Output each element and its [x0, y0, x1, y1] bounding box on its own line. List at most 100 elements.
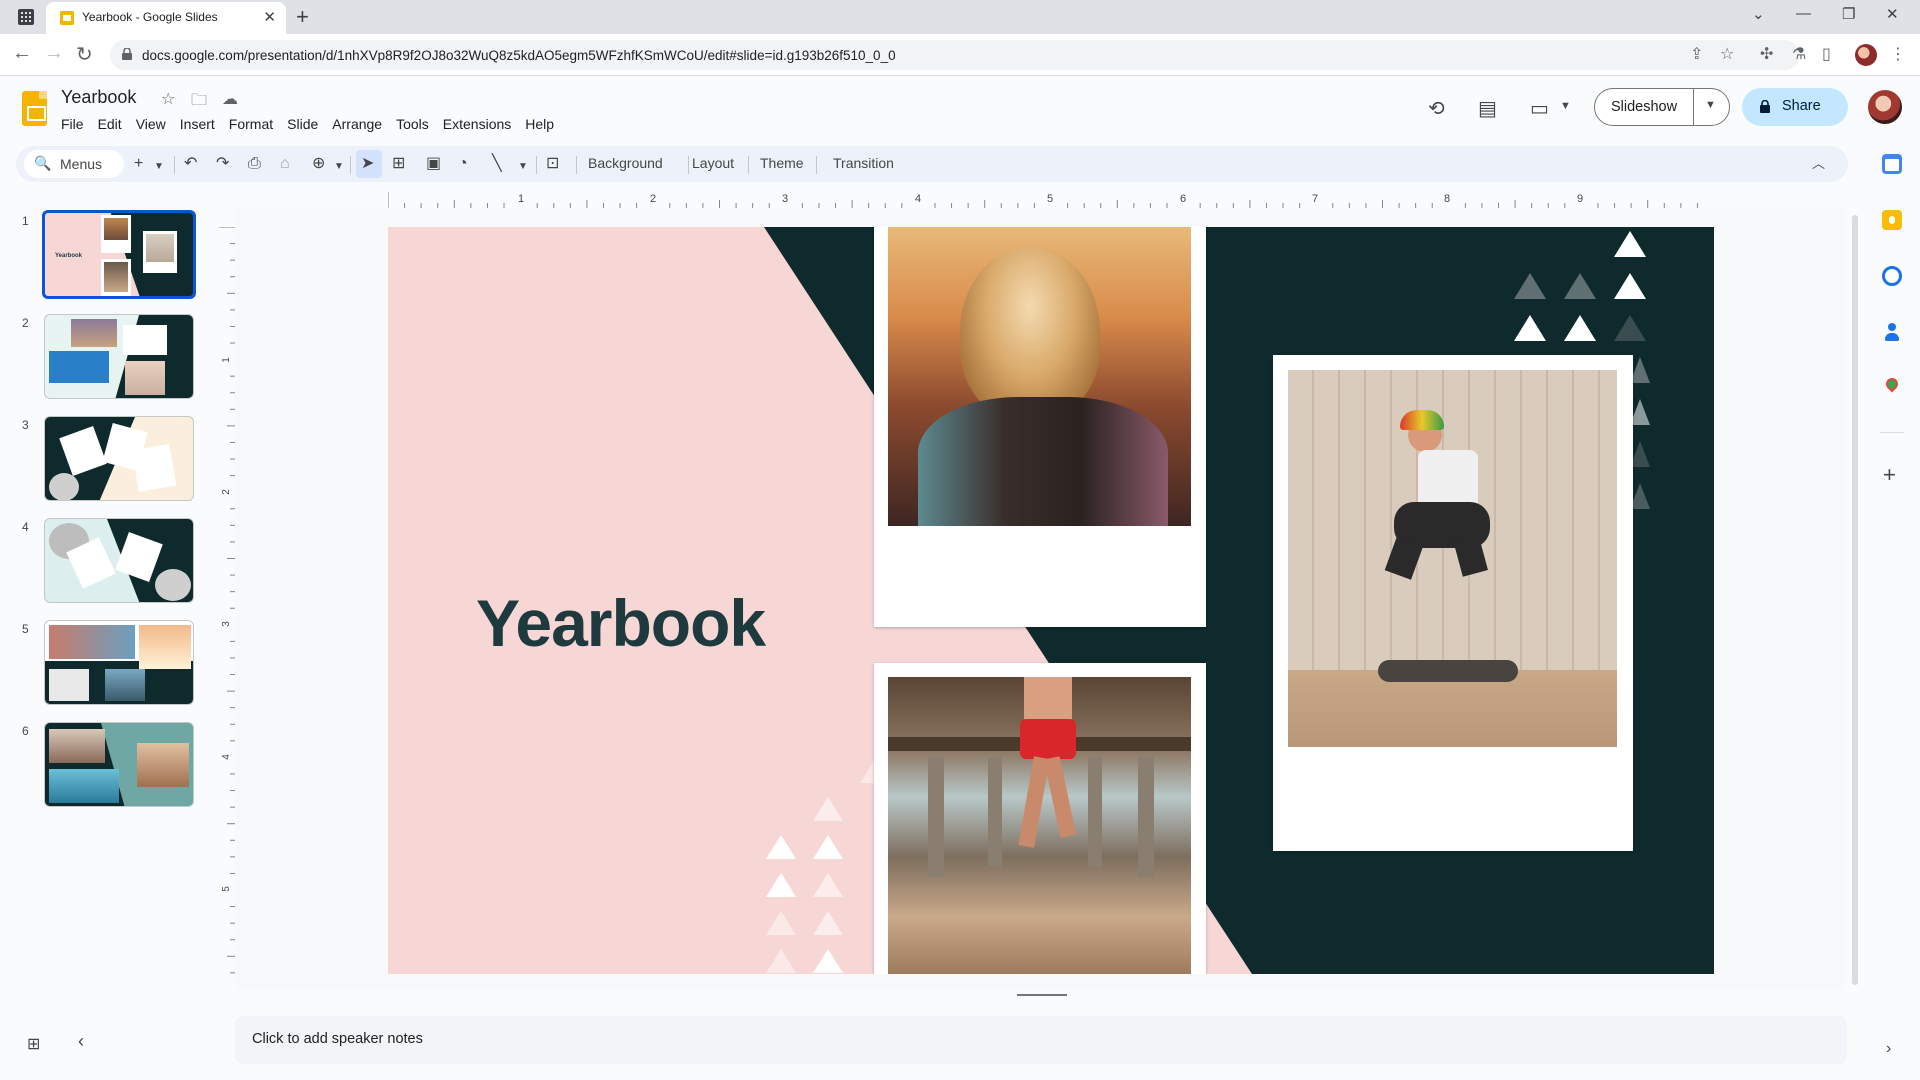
close-window-icon[interactable]: ✕ — [1886, 5, 1899, 23]
search-menus-input[interactable]: 🔍 Menus — [24, 150, 124, 178]
slide-thumbnail-2[interactable] — [44, 314, 194, 399]
close-tab-icon[interactable]: ✕ — [263, 8, 276, 26]
browser-menu-icon[interactable]: ⋮ — [1890, 44, 1906, 64]
new-slide-icon[interactable]: + — [134, 154, 143, 174]
keep-icon[interactable] — [1882, 210, 1902, 230]
menu-help[interactable]: Help — [525, 114, 554, 134]
collapse-filmstrip-icon[interactable]: ‹ — [78, 1031, 84, 1052]
meet-camera-icon[interactable]: ▭ — [1530, 96, 1549, 121]
slide-thumbnail-3[interactable] — [44, 416, 194, 501]
menu-insert[interactable]: Insert — [180, 114, 215, 134]
extensions-puzzle-icon[interactable]: ✣ — [1760, 44, 1773, 64]
new-slide-layout-dropdown-icon[interactable]: ▼ — [154, 157, 164, 177]
layout-button[interactable]: Layout — [692, 155, 734, 171]
get-add-ons-icon[interactable]: + — [1883, 462, 1896, 488]
share-page-icon[interactable]: ⇪ — [1690, 44, 1703, 64]
slide-thumbnail-5[interactable] — [44, 620, 194, 705]
slide-title-text[interactable]: Yearbook — [476, 585, 766, 661]
menu-view[interactable]: View — [136, 114, 166, 134]
slideshow-dropdown-icon[interactable]: ▼ — [1705, 99, 1716, 111]
polaroid-frame-bottom[interactable] — [874, 663, 1206, 974]
menu-edit[interactable]: Edit — [98, 114, 122, 134]
collapse-toolbar-icon[interactable]: ︿ — [1812, 154, 1825, 174]
back-icon[interactable]: ← — [12, 42, 32, 65]
reload-icon[interactable]: ↻ — [76, 42, 93, 67]
speaker-notes[interactable]: Click to add speaker notes — [235, 1016, 1847, 1064]
menu-extensions[interactable]: Extensions — [443, 114, 511, 134]
menu-format[interactable]: Format — [229, 114, 273, 134]
apps-grid-icon[interactable] — [18, 9, 34, 25]
star-icon[interactable]: ☆ — [161, 89, 175, 109]
print-icon[interactable]: ⎙ — [248, 154, 261, 174]
comments-icon[interactable]: ▤ — [1478, 96, 1497, 121]
menu-file[interactable]: File — [61, 114, 84, 134]
meet-dropdown-icon[interactable]: ▼ — [1560, 100, 1571, 112]
line-icon[interactable]: ╲ — [492, 154, 502, 174]
ruler-label: 9 — [1577, 193, 1583, 205]
tasks-icon[interactable] — [1882, 266, 1902, 286]
bookmark-star-icon[interactable]: ☆ — [1720, 44, 1734, 64]
menu-arrange[interactable]: Arrange — [332, 114, 382, 134]
expand-side-panel-icon[interactable]: › — [1886, 1040, 1891, 1058]
polaroid-frame-top[interactable] — [874, 227, 1206, 627]
canvas-scrollbar[interactable] — [1852, 215, 1858, 985]
account-avatar[interactable] — [1868, 90, 1902, 124]
redo-icon[interactable]: ↷ — [216, 154, 229, 174]
lock-icon — [1760, 100, 1770, 113]
version-history-icon[interactable]: ⟲ — [1428, 96, 1445, 121]
extension-flask-icon[interactable]: ⚗ — [1792, 44, 1806, 64]
menu-bar: File Edit View Insert Format Slide Arran… — [61, 114, 568, 134]
grid-view-icon[interactable]: ⊞ — [27, 1034, 40, 1054]
url-omnibox[interactable]: docs.google.com/presentation/d/1nhXVp8R9… — [110, 40, 1800, 70]
notes-resize-handle[interactable] — [1017, 994, 1067, 996]
document-title[interactable]: Yearbook — [61, 87, 136, 108]
transition-button[interactable]: Transition — [833, 155, 894, 171]
select-tool-button[interactable]: ➤ — [356, 150, 382, 178]
side-panel: + › — [1866, 140, 1920, 1080]
toolbar-divider — [174, 156, 175, 174]
minimize-window-icon[interactable]: — — [1796, 5, 1811, 22]
toolbar-divider — [536, 156, 537, 174]
theme-button[interactable]: Theme — [760, 155, 804, 171]
calendar-icon[interactable] — [1882, 154, 1902, 174]
horizontal-ruler[interactable]: 1 2 3 4 5 6 7 8 9 — [388, 192, 1714, 208]
slide-thumbnail-1[interactable]: Yearbook — [42, 210, 196, 299]
photo-skateboarder — [1288, 370, 1617, 747]
side-panel-icon[interactable]: ▯ — [1822, 44, 1831, 64]
maps-icon[interactable] — [1882, 375, 1902, 398]
site-info-icon[interactable] — [122, 48, 132, 60]
speaker-notes-placeholder: Click to add speaker notes — [252, 1031, 423, 1047]
move-folder-icon[interactable]: 🗀 — [191, 89, 207, 116]
browser-tab[interactable]: Yearbook - Google Slides ✕ — [46, 2, 286, 34]
menu-tools[interactable]: Tools — [396, 114, 429, 134]
background-button[interactable]: Background — [588, 155, 663, 171]
restore-window-icon[interactable]: ❐ — [1842, 5, 1855, 23]
browser-profile-avatar[interactable] — [1855, 44, 1877, 66]
insert-image-icon[interactable]: ▣ — [426, 154, 441, 174]
contacts-icon[interactable] — [1882, 322, 1902, 342]
paint-format-icon[interactable]: ⌂ — [280, 154, 290, 174]
ruler-label: 2 — [221, 489, 232, 495]
shape-icon[interactable]: ◔ — [458, 154, 468, 174]
tab-search-chevron-icon[interactable]: ⌄ — [1752, 5, 1765, 23]
menu-slide[interactable]: Slide — [287, 114, 318, 134]
ruler-label: 3 — [782, 193, 788, 205]
slide-thumbnail-6[interactable] — [44, 722, 194, 807]
slide-thumbnail-4[interactable] — [44, 518, 194, 603]
cloud-saved-icon[interactable]: ☁ — [222, 89, 238, 109]
slides-logo-icon[interactable] — [22, 91, 47, 126]
share-button[interactable]: Share — [1742, 88, 1848, 126]
slideshow-button[interactable]: Slideshow ▼ — [1594, 88, 1730, 126]
polaroid-frame-right[interactable] — [1273, 355, 1633, 851]
undo-icon[interactable]: ↶ — [184, 154, 197, 174]
zoom-icon[interactable]: ⊕ — [312, 154, 325, 174]
new-tab-icon[interactable]: + — [296, 4, 309, 30]
zoom-dropdown-icon[interactable]: ▼ — [334, 157, 344, 177]
line-dropdown-icon[interactable]: ▼ — [518, 157, 528, 177]
forward-icon[interactable]: → — [44, 42, 64, 65]
add-comment-icon[interactable]: ⊡ — [546, 154, 559, 174]
thumb-polaroid — [143, 231, 177, 273]
slide-canvas[interactable]: Yearbook — [388, 227, 1714, 974]
vertical-ruler[interactable]: 1 2 3 4 5 — [219, 227, 235, 974]
text-box-icon[interactable]: ⊞ — [392, 154, 405, 174]
